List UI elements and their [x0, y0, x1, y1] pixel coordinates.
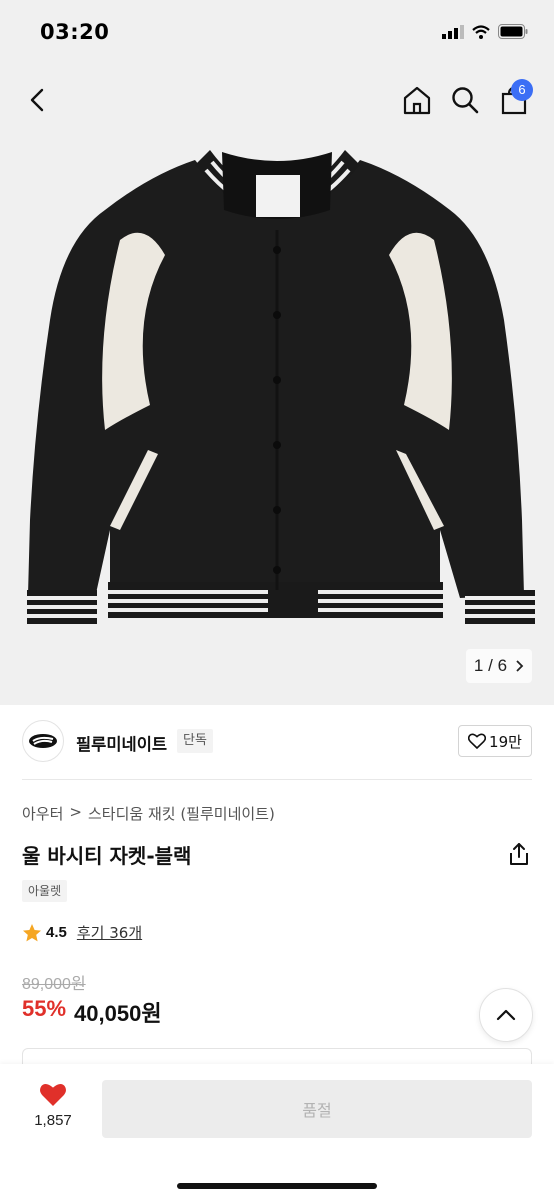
original-price: 89,000원 — [22, 976, 86, 993]
scroll-to-top-button[interactable] — [479, 988, 533, 1042]
product-image-gallery[interactable]: 6 1 / 6 — [0, 0, 554, 705]
purchase-button-soldout[interactable]: 품절 — [102, 1080, 532, 1138]
signal-icon — [442, 24, 464, 39]
divider — [22, 779, 532, 780]
status-icons — [442, 24, 528, 39]
brand-exclusive-tag: 단독 — [177, 729, 213, 753]
status-time: 03:20 — [40, 20, 110, 44]
review-count-link[interactable]: 후기 36개 — [77, 922, 142, 943]
brand-name[interactable]: 필루미네이트 — [76, 731, 167, 755]
battery-icon — [498, 24, 528, 39]
share-button[interactable] — [506, 841, 532, 867]
gallery-current: 1 — [473, 656, 484, 675]
gallery-separator: / — [488, 656, 493, 675]
breadcrumb: 아우터 > 스타디움 재킷 (필루미네이트) — [22, 803, 275, 824]
chevron-right-icon — [516, 660, 524, 672]
back-icon — [30, 88, 44, 112]
brand-like-count: 19만 — [489, 732, 522, 751]
product-photo-jacket — [27, 150, 535, 624]
wifi-icon — [472, 24, 490, 39]
discount-rate: 55% — [22, 996, 67, 1021]
share-icon — [510, 843, 528, 865]
brand-logo[interactable] — [22, 720, 64, 762]
search-button[interactable] — [445, 80, 485, 120]
price-row: 55% 40,050원 — [22, 996, 162, 1028]
brand-like-button[interactable]: 19만 — [458, 725, 532, 757]
rating-value: 4.5 — [46, 924, 67, 941]
home-icon — [403, 86, 431, 115]
product-title: 울 바시티 자켓-블랙 — [22, 844, 192, 868]
outlet-tag: 아울렛 — [22, 880, 68, 902]
heart-filled-icon — [40, 1084, 66, 1106]
home-button[interactable] — [397, 80, 437, 120]
gallery-page-indicator[interactable]: 1 / 6 — [466, 649, 532, 683]
rating-row: 4.5 후기 36개 — [22, 922, 142, 943]
brand-row: 필루미네이트 단독 19만 — [22, 720, 532, 764]
chevron-up-icon — [496, 1009, 516, 1021]
wishlist-count: 1,857 — [34, 1112, 72, 1129]
gallery-total: 6 — [497, 656, 508, 675]
breadcrumb-subcategory[interactable]: 스타디움 재킷 (필루미네이트) — [88, 803, 275, 824]
status-bar: 03:20 — [0, 0, 554, 66]
brand-logo-icon — [29, 734, 57, 748]
wishlist-button[interactable]: 1,857 — [22, 1082, 84, 1136]
home-indicator — [177, 1183, 377, 1189]
search-icon — [452, 87, 479, 114]
sale-price: 40,050원 — [74, 1001, 162, 1026]
back-button[interactable] — [18, 80, 58, 120]
breadcrumb-category[interactable]: 아우터 — [22, 803, 63, 824]
bottom-action-bar: 1,857 품절 — [0, 1064, 554, 1200]
cart-badge: 6 — [511, 79, 533, 101]
heart-outline-icon — [468, 733, 487, 749]
breadcrumb-separator: > — [69, 803, 82, 821]
star-icon — [23, 923, 41, 941]
